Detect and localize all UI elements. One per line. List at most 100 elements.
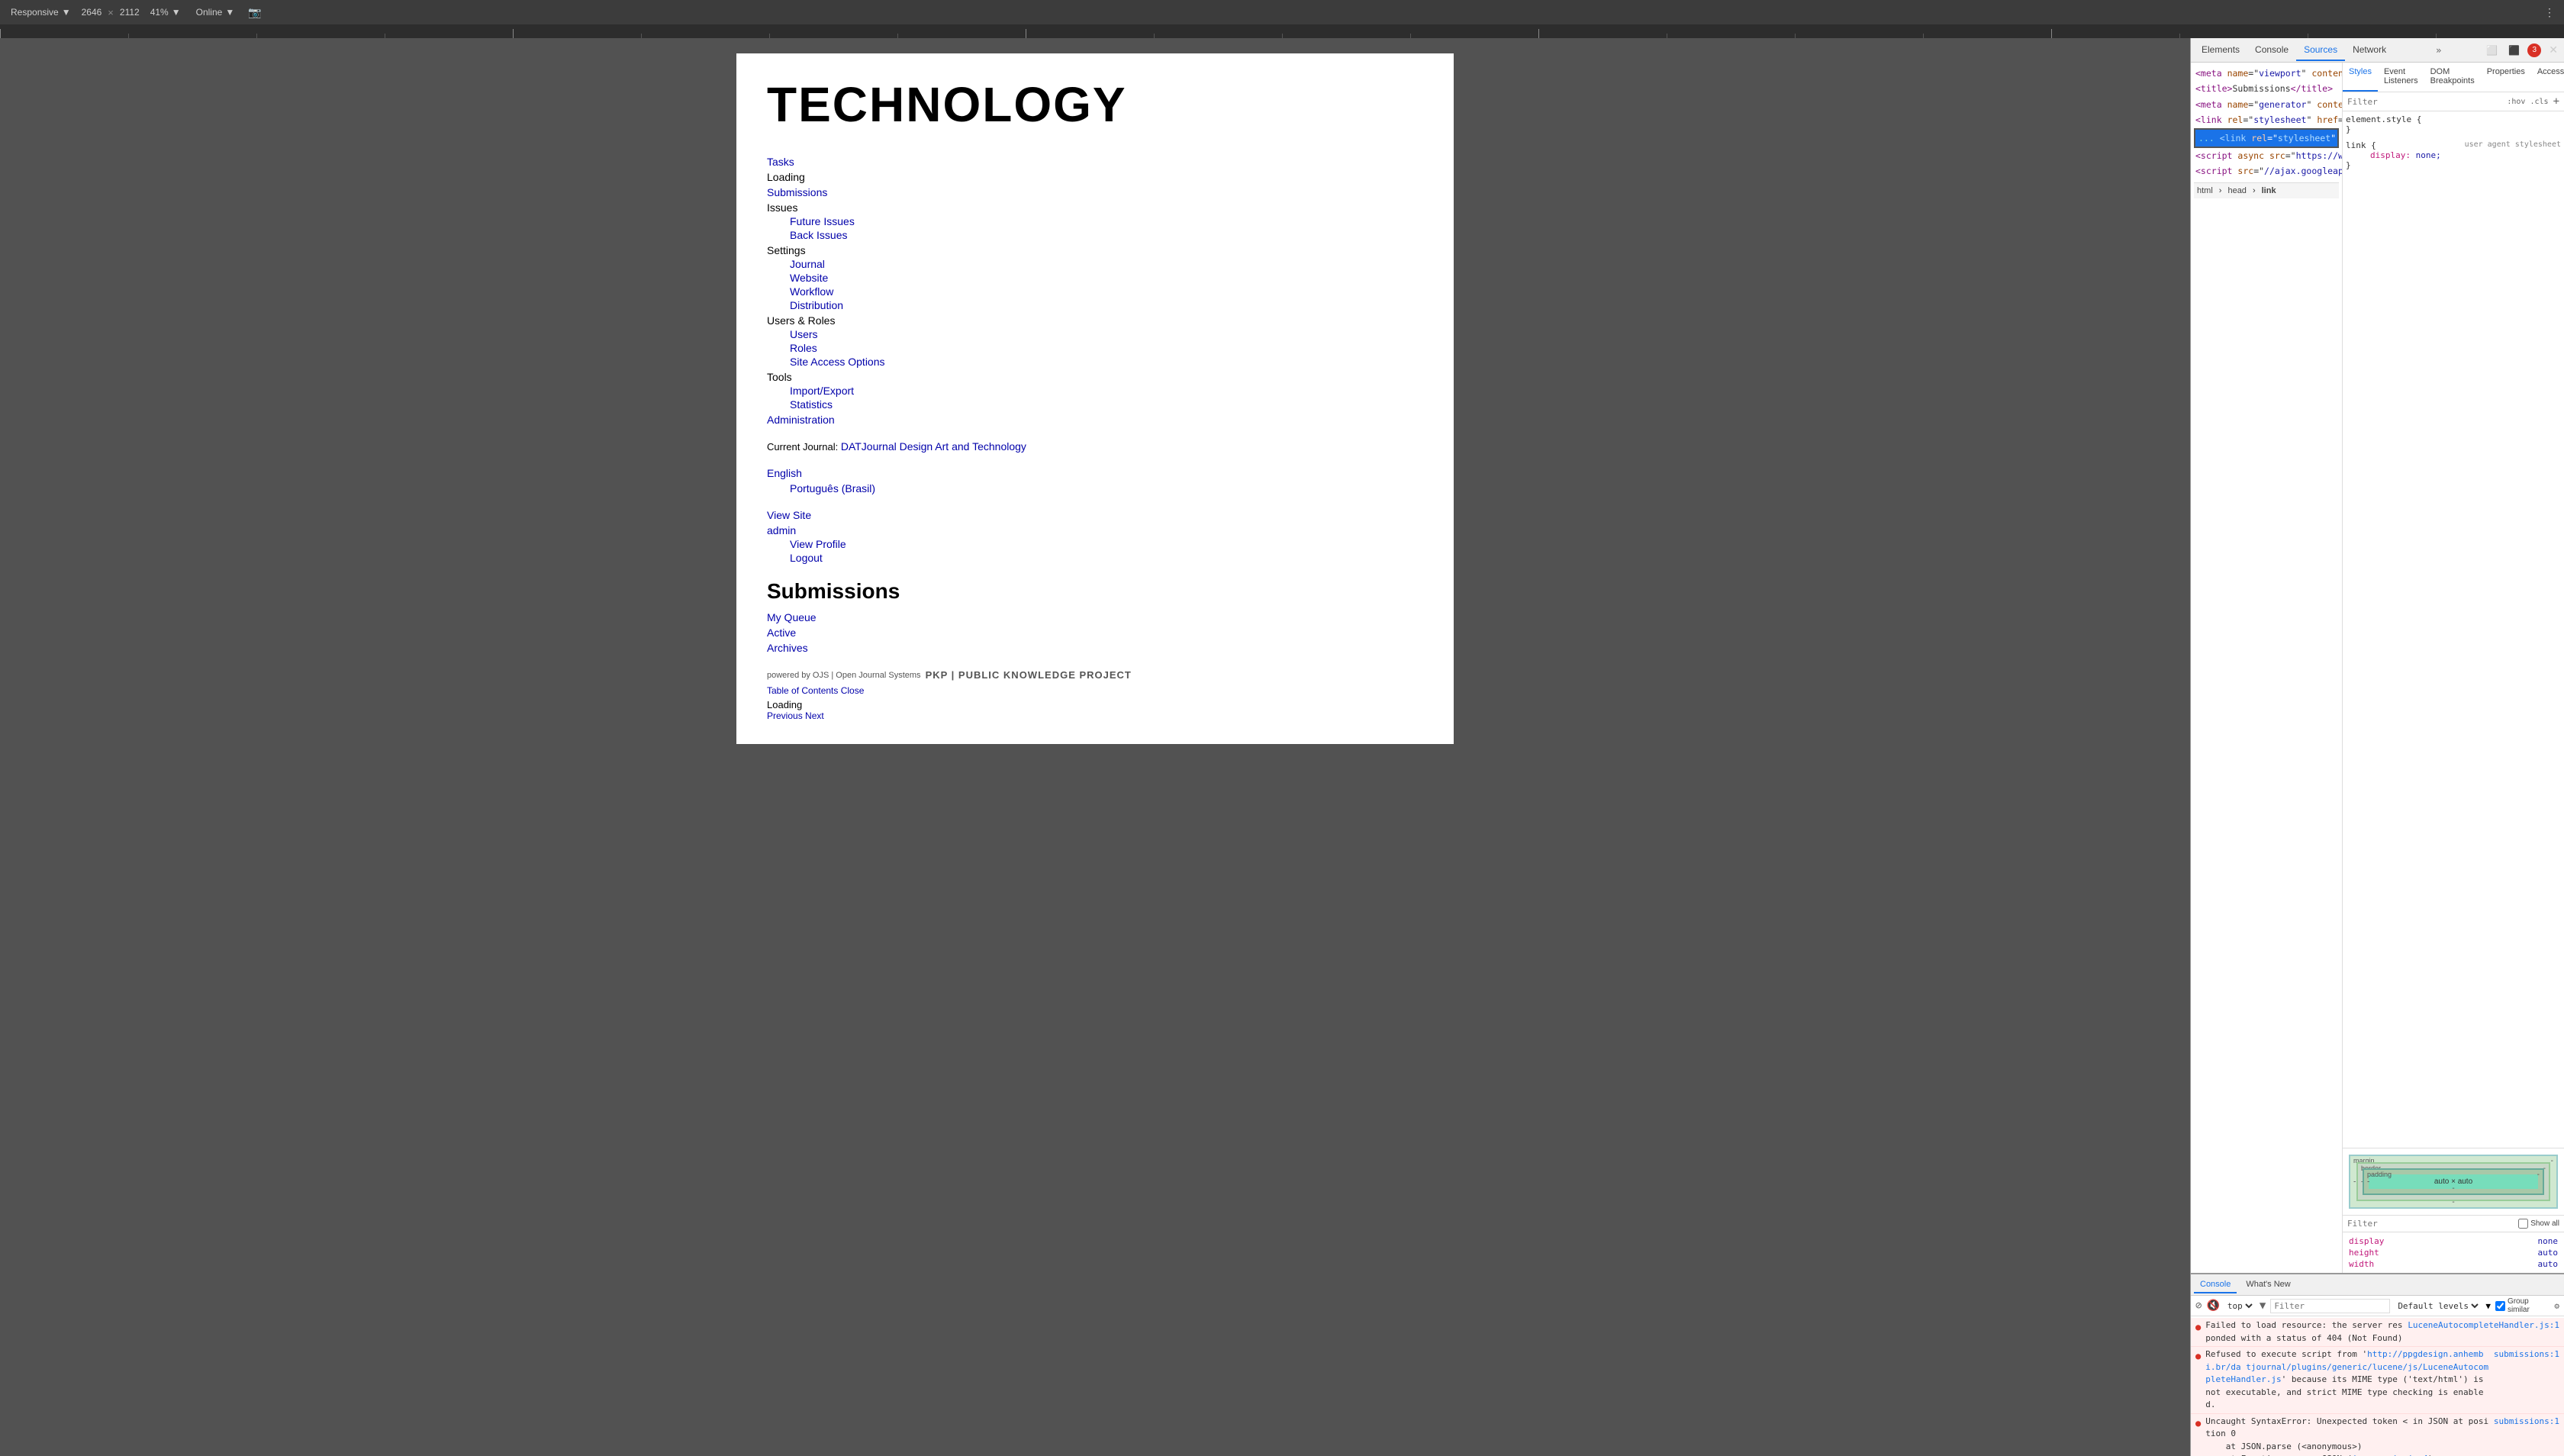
computed-filter-input[interactable] — [2347, 1219, 2514, 1229]
style-close-link: } — [2346, 160, 2561, 170]
navigation: Tasks Loading Submissions Issues Future … — [767, 156, 1423, 564]
nav-admin[interactable]: admin — [767, 524, 796, 536]
error-link-2[interactable]: http://ppgdesign.anhembi.br/da tjournal/… — [2205, 1349, 2488, 1384]
styles-content: element.style { } link { user agent styl… — [2343, 111, 2564, 1148]
nav-submissions[interactable]: Submissions — [767, 186, 827, 198]
next-link[interactable]: Next — [805, 710, 824, 721]
nav-workflow[interactable]: Workflow — [790, 285, 833, 298]
level-selector[interactable]: Default levels — [2395, 1300, 2481, 1312]
breadcrumb-head[interactable]: head — [2227, 186, 2246, 195]
sub-archives[interactable]: Archives — [767, 642, 808, 654]
error-icon-3: ● — [2195, 1416, 2201, 1430]
styles-filter-input[interactable] — [2347, 97, 2502, 107]
style-block-link: link { user agent stylesheet display: no… — [2346, 140, 2561, 170]
tab-dom-breakpoints[interactable]: DOM Breakpoints — [2424, 63, 2481, 92]
error-source-2[interactable]: submissions:1 — [2494, 1348, 2559, 1361]
current-journal-link[interactable]: DATJournal Design Art and Technology — [841, 440, 1026, 453]
nav-distribution[interactable]: Distribution — [790, 299, 843, 311]
console-filter-input[interactable] — [2270, 1299, 2390, 1313]
show-all-checkbox[interactable] — [2518, 1219, 2528, 1229]
tab-console[interactable]: Console — [2247, 40, 2296, 61]
dropdown-arrow-icon[interactable]: ▼ — [2260, 1300, 2266, 1312]
sub-my-queue[interactable]: My Queue — [767, 611, 817, 623]
tab-properties[interactable]: Properties — [2481, 63, 2531, 92]
online-dropdown[interactable]: Online ▼ — [192, 5, 240, 19]
nav-back-issues[interactable]: Back Issues — [790, 229, 847, 241]
journal-title: TECHNOLOGY — [767, 76, 1423, 133]
style-selector-link: link { user agent stylesheet — [2346, 140, 2561, 150]
group-similar-label[interactable]: Group similar — [2495, 1297, 2550, 1314]
nav-english[interactable]: English — [767, 467, 802, 479]
ruler — [0, 24, 2564, 38]
context-selector[interactable]: top — [2224, 1300, 2255, 1312]
devtools-top-tabs: Elements Console Sources Network » ⬜ ⬛ 3… — [2191, 38, 2564, 63]
breadcrumb-html[interactable]: html — [2197, 186, 2213, 195]
tab-elements[interactable]: Elements — [2194, 40, 2247, 61]
style-selector-element: element.style { — [2346, 114, 2561, 124]
hov-toggle[interactable]: :hov — [2507, 98, 2525, 106]
html-line-selected[interactable]: ... <link rel="stylesheet" href="http://… — [2194, 128, 2339, 148]
zoom-dropdown[interactable]: 41% ▼ — [146, 5, 185, 19]
browser-viewport[interactable]: TECHNOLOGY Tasks Loading Submissions Iss… — [0, 38, 2190, 1456]
nav-journal[interactable]: Journal — [790, 258, 825, 270]
box-margin: margin - - - border - - - padding — [2349, 1155, 2558, 1209]
more-tabs-icon[interactable]: » — [2430, 42, 2447, 59]
nav-portuguese[interactable]: Português (Brasil) — [790, 482, 875, 494]
console-settings-icon[interactable]: ⚙ — [2554, 1301, 2559, 1311]
html-line-meta-generator[interactable]: <meta name="generator" content="##common… — [2194, 97, 2339, 112]
toc-close-link[interactable]: Table of Contents Close — [767, 685, 864, 696]
html-line-meta-viewport[interactable]: <meta name="viewport" content="width=dev… — [2194, 66, 2339, 81]
show-all-label[interactable]: Show all — [2518, 1219, 2559, 1229]
group-similar-checkbox[interactable] — [2495, 1301, 2505, 1311]
sub-active[interactable]: Active — [767, 627, 796, 639]
breadcrumb-link[interactable]: link — [2262, 186, 2276, 195]
cls-toggle[interactable]: .cls — [2530, 98, 2548, 106]
tab-console-bottom[interactable]: Console — [2194, 1277, 2237, 1293]
nav-statistics[interactable]: Statistics — [790, 398, 833, 411]
clear-console-icon[interactable]: ⊘ — [2195, 1300, 2202, 1312]
tab-accessibility[interactable]: Accessibility — [2531, 63, 2564, 92]
preserve-log-icon[interactable]: 🔇 — [2206, 1300, 2219, 1312]
nav-view-site[interactable]: View Site — [767, 509, 811, 521]
html-line-link-fonts[interactable]: <link rel="stylesheet" href="//fonts.goo… — [2194, 112, 2339, 127]
console-error-2: ● Refused to execute script from 'http:/… — [2191, 1347, 2564, 1414]
nav-users[interactable]: Users — [790, 328, 818, 340]
console-tabs: Console What's New — [2191, 1274, 2564, 1296]
nav-view-profile[interactable]: View Profile — [790, 538, 846, 550]
tab-network[interactable]: Network — [2345, 40, 2394, 61]
nav-future-issues[interactable]: Future Issues — [790, 215, 855, 227]
html-line-script-jquery[interactable]: <script src="//ajax.googleapis.com/ajax/… — [2194, 163, 2339, 179]
tab-styles[interactable]: Styles — [2343, 63, 2378, 92]
submissions-nav: My Queue Active Archives — [767, 611, 1423, 654]
page-content: TECHNOLOGY Tasks Loading Submissions Iss… — [736, 53, 1454, 744]
online-arrow: ▼ — [225, 7, 234, 18]
responsive-dropdown[interactable]: Responsive ▼ — [6, 5, 76, 19]
error-source-3[interactable]: submissions:1 — [2494, 1416, 2559, 1429]
style-block-element: element.style { } — [2346, 114, 2561, 134]
tab-whats-new[interactable]: What's New — [2240, 1277, 2296, 1293]
close-devtools-icon[interactable]: ✕ — [2546, 40, 2561, 60]
tab-event-listeners[interactable]: Event Listeners — [2378, 63, 2424, 92]
html-line-script-analytics[interactable]: <script async src="https://www.google-an… — [2194, 148, 2339, 163]
viewport-height: 2112 — [120, 7, 140, 18]
nav-logout[interactable]: Logout — [790, 552, 823, 564]
html-line-title[interactable]: <title>Submissions</title> — [2194, 81, 2339, 96]
nav-roles[interactable]: Roles — [790, 342, 817, 354]
nav-administration[interactable]: Administration — [767, 414, 835, 426]
add-style-button[interactable]: + — [2553, 95, 2559, 108]
box-model: margin - - - border - - - padding — [2343, 1148, 2564, 1215]
tab-sources[interactable]: Sources — [2296, 40, 2345, 61]
dock-icon[interactable]: ⬜ — [2483, 42, 2501, 59]
error-source-1[interactable]: LuceneAutocompleteHandler.js:1 — [2408, 1319, 2559, 1332]
undock-icon[interactable]: ⬛ — [2505, 42, 2523, 59]
more-options-icon[interactable]: ⋮ — [2541, 3, 2558, 22]
elements-styles-container: <meta name="viewport" content="width=dev… — [2191, 63, 2564, 1273]
nav-website[interactable]: Website — [790, 272, 828, 284]
nav-site-access[interactable]: Site Access Options — [790, 356, 885, 368]
console-messages[interactable]: ● Failed to load resource: the server re… — [2191, 1316, 2564, 1456]
previous-link[interactable]: Previous — [767, 710, 803, 721]
nav-import-export[interactable]: Import/Export — [790, 385, 854, 397]
screenshot-icon[interactable]: 📷 — [245, 3, 264, 22]
html-tree[interactable]: <meta name="viewport" content="width=dev… — [2191, 63, 2343, 1273]
nav-tasks[interactable]: Tasks — [767, 156, 794, 168]
